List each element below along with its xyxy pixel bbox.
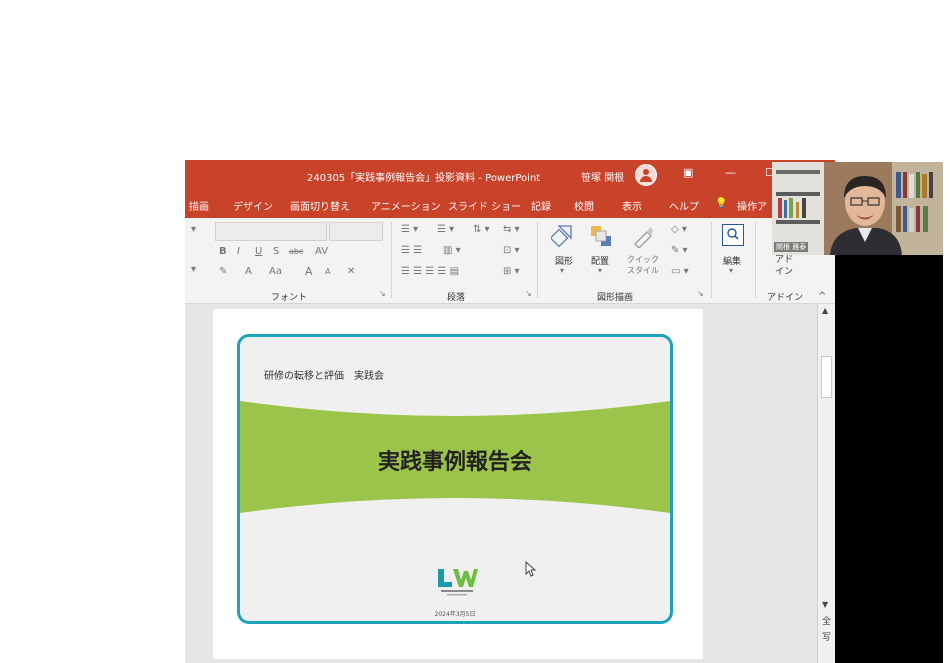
numbering-icon[interactable]: ☰ ▾ [437, 224, 454, 235]
shape-effects-icon[interactable]: ▭ ▾ [671, 266, 689, 277]
quick-style-icon[interactable] [631, 224, 655, 248]
participant-name: 関根 雅泰 [774, 242, 809, 252]
search-icon[interactable] [722, 224, 744, 246]
title-bar: 240305「実践事例報告会」投影資料 - PowerPoint 笹塚 関根 ▣… [185, 160, 835, 191]
font-size-box[interactable] [329, 222, 383, 241]
group-separator [755, 222, 756, 298]
scroll-thumb[interactable] [821, 356, 832, 398]
italic-button[interactable]: I [237, 246, 240, 257]
smartart-icon[interactable]: ⊞ ▾ [503, 266, 520, 277]
change-case-button[interactable]: Aa [269, 266, 282, 277]
scroll-down-icon[interactable]: ▼ [822, 600, 828, 609]
user-name[interactable]: 笹塚 関根 [581, 169, 624, 184]
chevron-down-icon[interactable]: ▾ [560, 266, 564, 275]
shape-outline-icon[interactable]: ✎ ▾ [671, 245, 688, 256]
quick-style-button[interactable]: クイック スタイル [627, 254, 659, 276]
window-title: 240305「実践事例報告会」投影資料 - PowerPoint [307, 173, 541, 184]
slide-canvas[interactable]: 研修の転移と評価 実践会 実践事例報告会 2024年3月5日 [213, 309, 703, 659]
video-panel-background [835, 255, 943, 663]
vertical-scrollbar[interactable]: ▲ ▼ 全 写 [817, 304, 835, 663]
participant-video[interactable]: 関根 雅泰 [772, 162, 943, 255]
pen-icon[interactable]: ✎ [219, 266, 227, 277]
align-text-icon[interactable]: ⊡ ▾ [503, 245, 520, 256]
group-separator [537, 222, 538, 298]
group-label-font: フォント [271, 293, 308, 303]
tab-help[interactable]: ヘルプ [669, 198, 699, 213]
clear-format-icon[interactable]: ✕ [347, 266, 355, 277]
ribbon: ▾ ▾ B I U S abc AV ✎ A Aa A A ✕ フォント ↘ ☰… [185, 218, 835, 304]
addin-button[interactable]: アド イン [775, 254, 793, 278]
chevron-down-icon[interactable]: ▾ [191, 264, 196, 275]
tell-me-search[interactable]: 操作ア [737, 198, 767, 213]
columns-icon[interactable]: ▥ ▾ [443, 245, 461, 256]
slide-frame: 研修の転移と評価 実践会 実践事例報告会 2024年3月5日 [237, 334, 673, 624]
dialog-launcher-icon[interactable]: ↘ [697, 289, 704, 298]
collapse-ribbon-icon[interactable]: ^ [818, 291, 826, 302]
group-label-drawing: 図形描画 [597, 293, 634, 303]
powerpoint-window: 240305「実践事例報告会」投影資料 - PowerPoint 笹塚 関根 ▣… [185, 160, 835, 663]
chevron-down-icon[interactable]: ▾ [729, 266, 733, 275]
slide-subtitle: 研修の転移と評価 実践会 [264, 371, 384, 382]
scrollbar-label[interactable]: 写 [822, 630, 831, 643]
ribbon-display-icon[interactable]: ▣ [683, 166, 693, 179]
scrollbar-label[interactable]: 全 [822, 614, 831, 627]
shadow-button[interactable]: S [273, 246, 279, 257]
group-label-paragraph: 段落 [447, 293, 466, 303]
arrange-icon[interactable] [589, 224, 613, 248]
tab-draw[interactable]: 描画 [189, 198, 209, 213]
line-spacing-icon[interactable]: ⇅ ▾ [473, 224, 490, 235]
shape-fill-icon[interactable]: ◇ ▾ [671, 224, 687, 235]
strikethrough-button[interactable]: abc [289, 247, 303, 256]
font-name-box[interactable] [215, 222, 327, 241]
chevron-down-icon[interactable]: ▾ [191, 224, 196, 235]
slide-title: 実践事例報告会 [377, 450, 532, 475]
avatar[interactable] [635, 164, 657, 186]
decrease-font-button[interactable]: A [325, 267, 330, 276]
ribbon-tab-bar: 描画 デザイン 画面切り替え アニメーション スライド ショー 記録 校閲 表示… [185, 191, 835, 218]
bold-button[interactable]: B [219, 246, 227, 257]
group-separator [391, 222, 392, 298]
mouse-cursor-icon [525, 561, 537, 577]
underline-button[interactable]: U [255, 246, 262, 257]
group-separator [711, 222, 712, 298]
tab-review[interactable]: 校閲 [574, 198, 594, 213]
shapes-icon[interactable] [551, 224, 575, 248]
bullets-icon[interactable]: ☰ ▾ [401, 224, 418, 235]
font-color-button[interactable]: A [245, 266, 252, 277]
minimize-icon[interactable]: — [725, 166, 736, 179]
align-buttons-icon[interactable]: ☰ ☰ ☰ ☰ ▤ [401, 266, 459, 277]
dialog-launcher-icon[interactable]: ↘ [379, 289, 386, 298]
group-label-addin: アドイン [767, 293, 804, 303]
lightbulb-icon[interactable]: 💡 [715, 198, 727, 209]
slide-date: 2024年3月5日 [434, 611, 476, 618]
dialog-launcher-icon[interactable]: ↘ [525, 289, 532, 298]
text-direction-icon[interactable]: ⇆ ▾ [503, 224, 520, 235]
tab-view[interactable]: 表示 [622, 198, 642, 213]
tab-transitions[interactable]: 画面切り替え [290, 198, 350, 213]
lw-logo [438, 569, 478, 596]
tab-slideshow[interactable]: スライド ショー [448, 198, 521, 213]
tab-design[interactable]: デザイン [233, 198, 273, 213]
tab-animations[interactable]: アニメーション [371, 198, 441, 213]
char-spacing-button[interactable]: AV [315, 246, 328, 257]
chevron-down-icon[interactable]: ▾ [598, 266, 602, 275]
tab-record[interactable]: 記録 [531, 198, 551, 213]
indent-icon[interactable]: ☰ ☰ [401, 245, 422, 256]
increase-font-button[interactable]: A [305, 265, 313, 278]
slide-workspace: 研修の転移と評価 実践会 実践事例報告会 2024年3月5日 [185, 304, 817, 663]
scroll-up-icon[interactable]: ▲ [822, 306, 828, 315]
